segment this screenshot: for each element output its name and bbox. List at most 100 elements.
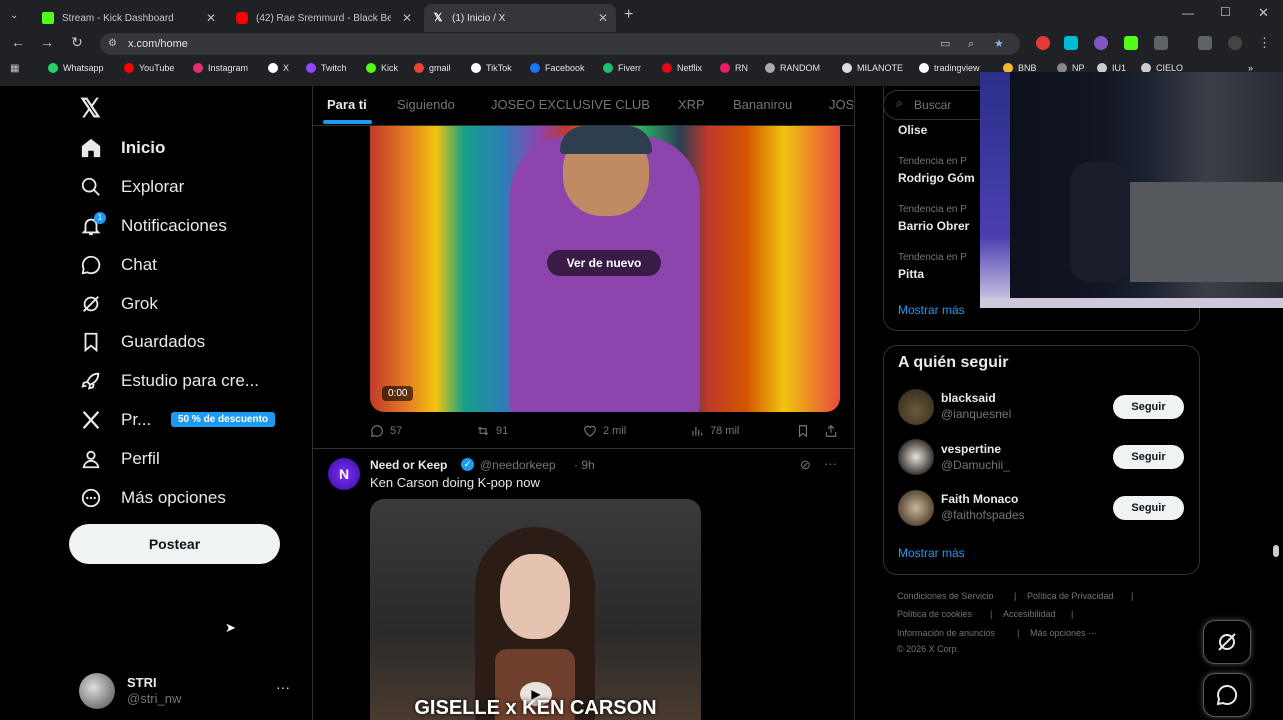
video-player[interactable]: Ver de nuevo 0:00 — [370, 126, 840, 412]
tab-search-icon[interactable]: ⌄ — [10, 10, 18, 21]
back-button[interactable]: ← — [8, 34, 28, 50]
tab-siguiendo[interactable]: Siguiendo — [397, 97, 455, 112]
tweet-more-icon[interactable]: ··· — [824, 456, 837, 471]
nav-item-inicio[interactable]: Inicio — [80, 133, 165, 163]
nav-item-chat[interactable]: Chat — [80, 250, 157, 280]
tab-x-home[interactable]: 𝕏 (1) Inicio / X ✕ — [424, 4, 616, 32]
follow-button[interactable]: Seguir — [1113, 395, 1184, 419]
reply-action[interactable]: 57 — [370, 424, 402, 438]
nav-item-estudio[interactable]: Estudio para cre... — [80, 366, 259, 396]
scrollbar-thumb[interactable] — [1273, 545, 1279, 557]
bookmark-star-icon[interactable]: ★ — [994, 33, 1004, 55]
views-action[interactable]: 78 mil — [690, 424, 739, 438]
show-more-trends-link[interactable]: Mostrar más — [898, 303, 965, 317]
trend-name[interactable]: Barrio Obrer — [898, 219, 969, 233]
nav-item-guardados[interactable]: Guardados — [80, 327, 205, 357]
grok-icon[interactable]: ⊘ — [800, 457, 811, 473]
tab-para-ti[interactable]: Para ti — [327, 97, 367, 112]
bookmark-kick[interactable]: Kick — [366, 63, 398, 73]
bookmark-tiktok[interactable]: TikTok — [471, 63, 512, 73]
x-logo-icon[interactable]: 𝕏 — [80, 93, 101, 124]
tweet-time[interactable]: · 9h — [574, 458, 595, 472]
follow-user-name[interactable]: Faith Monaco — [941, 492, 1018, 506]
new-tab-button[interactable]: + — [624, 6, 633, 24]
follow-user-name[interactable]: blacksaid — [941, 391, 996, 405]
tab-youtube[interactable]: (42) Rae Sremmurd - Black Bea ✕ — [228, 4, 420, 32]
cast-icon[interactable]: ▭ — [940, 33, 950, 55]
account-more-icon[interactable]: ··· — [276, 679, 290, 695]
footer-link[interactable]: Política de cookies — [897, 609, 972, 619]
avatar[interactable]: N — [328, 458, 360, 490]
share-action[interactable] — [824, 424, 844, 438]
follow-user-handle[interactable]: @faithofspades — [941, 508, 1025, 522]
post-button[interactable]: Postear — [69, 524, 280, 564]
follow-user-handle[interactable]: @Damuchii_ — [941, 458, 1010, 472]
bookmark-random[interactable]: RANDOM — [765, 63, 820, 73]
close-icon[interactable]: ✕ — [598, 11, 608, 25]
extension-kick-icon[interactable] — [1124, 36, 1138, 50]
media-icon[interactable] — [1198, 36, 1212, 50]
zoom-icon[interactable]: ⌕ — [968, 33, 974, 55]
menu-dots-icon[interactable]: ⋮ — [1258, 35, 1271, 51]
bookmark-milanote[interactable]: MILANOTE — [842, 63, 903, 73]
tab-kick-dashboard[interactable]: Stream - Kick Dashboard ✕ — [34, 4, 224, 32]
site-info-icon[interactable]: ⚙ — [108, 33, 117, 55]
avatar[interactable] — [898, 490, 934, 526]
nav-item-premium[interactable]: Pr... — [80, 405, 151, 435]
extension-icon[interactable] — [1094, 36, 1108, 50]
tab-jos[interactable]: JOS — [829, 97, 853, 112]
nav-item-grok[interactable]: Grok — [80, 289, 158, 319]
footer-link[interactable]: Condiciones de Servicio — [897, 591, 994, 601]
forward-button[interactable]: → — [37, 34, 57, 50]
minimize-button[interactable]: — — [1182, 6, 1194, 20]
premium-discount-badge[interactable]: 50 % de descuento — [171, 412, 276, 427]
messages-fab[interactable] — [1203, 673, 1251, 717]
bookmark-facebook[interactable]: Facebook — [530, 63, 585, 73]
extension-record-icon[interactable] — [1036, 36, 1050, 50]
bookmark-action[interactable] — [796, 424, 816, 438]
tweet-author-name[interactable]: Need or Keep — [370, 458, 447, 472]
grok-fab[interactable] — [1203, 620, 1251, 664]
close-window-button[interactable]: ✕ — [1258, 5, 1269, 21]
nav-item-perfil[interactable]: Perfil — [80, 444, 160, 474]
footer-link[interactable]: Información de anuncios — [897, 628, 995, 638]
close-icon[interactable]: ✕ — [206, 11, 216, 25]
extensions-puzzle-icon[interactable] — [1154, 36, 1168, 50]
show-more-follow-link[interactable]: Mostrar más — [898, 546, 965, 560]
bookmark-rn[interactable]: RN — [720, 63, 748, 73]
tab-bananirou[interactable]: Bananirou — [733, 97, 792, 112]
bookmark-tradingview[interactable]: tradingview — [919, 63, 980, 73]
trend-name[interactable]: Pitta — [898, 267, 924, 281]
tab-xrp[interactable]: XRP — [678, 97, 705, 112]
extension-icon[interactable] — [1064, 36, 1078, 50]
replay-button[interactable]: Ver de nuevo — [547, 250, 661, 276]
bookmark-twitch[interactable]: Twitch — [306, 63, 347, 73]
follow-user-name[interactable]: vespertine — [941, 442, 1001, 456]
bookmark-whatsapp[interactable]: Whatsapp — [48, 63, 104, 73]
close-icon[interactable]: ✕ — [402, 11, 412, 25]
avatar[interactable] — [898, 389, 934, 425]
repost-action[interactable]: 91 — [476, 424, 508, 438]
nav-item-mas-opciones[interactable]: Más opciones — [80, 483, 226, 513]
footer-link[interactable]: Accesibilidad — [1003, 609, 1056, 619]
reload-button[interactable]: ↻ — [67, 34, 87, 51]
trend-name[interactable]: Rodrigo Góm — [898, 171, 975, 185]
bookmark-netflix[interactable]: Netflix — [662, 63, 702, 73]
footer-link[interactable]: Más opciones ··· — [1030, 628, 1097, 638]
tweet-author-handle[interactable]: @needorkeep — [480, 458, 556, 472]
follow-button[interactable]: Seguir — [1113, 445, 1184, 469]
tweet-media-image[interactable]: ▶ GISELLE x KEN CARSON — [370, 499, 701, 720]
follow-user-handle[interactable]: @ianquesnel — [941, 407, 1011, 421]
account-switcher[interactable]: STRI @stri_nw ··· — [79, 673, 307, 709]
trend-name[interactable]: Olise — [898, 123, 927, 137]
footer-link[interactable]: Política de Privacidad — [1027, 591, 1114, 601]
follow-button[interactable]: Seguir — [1113, 496, 1184, 520]
avatar[interactable] — [898, 439, 934, 475]
bookmark-instagram[interactable]: Instagram — [193, 63, 248, 73]
bookmark-youtube[interactable]: YouTube — [124, 63, 174, 73]
nav-item-explorar[interactable]: Explorar — [80, 172, 184, 202]
maximize-button[interactable]: ☐ — [1220, 5, 1231, 19]
profile-avatar[interactable] — [1228, 36, 1242, 50]
like-action[interactable]: 2 mil — [583, 424, 626, 438]
bookmark-x[interactable]: X — [268, 63, 289, 73]
